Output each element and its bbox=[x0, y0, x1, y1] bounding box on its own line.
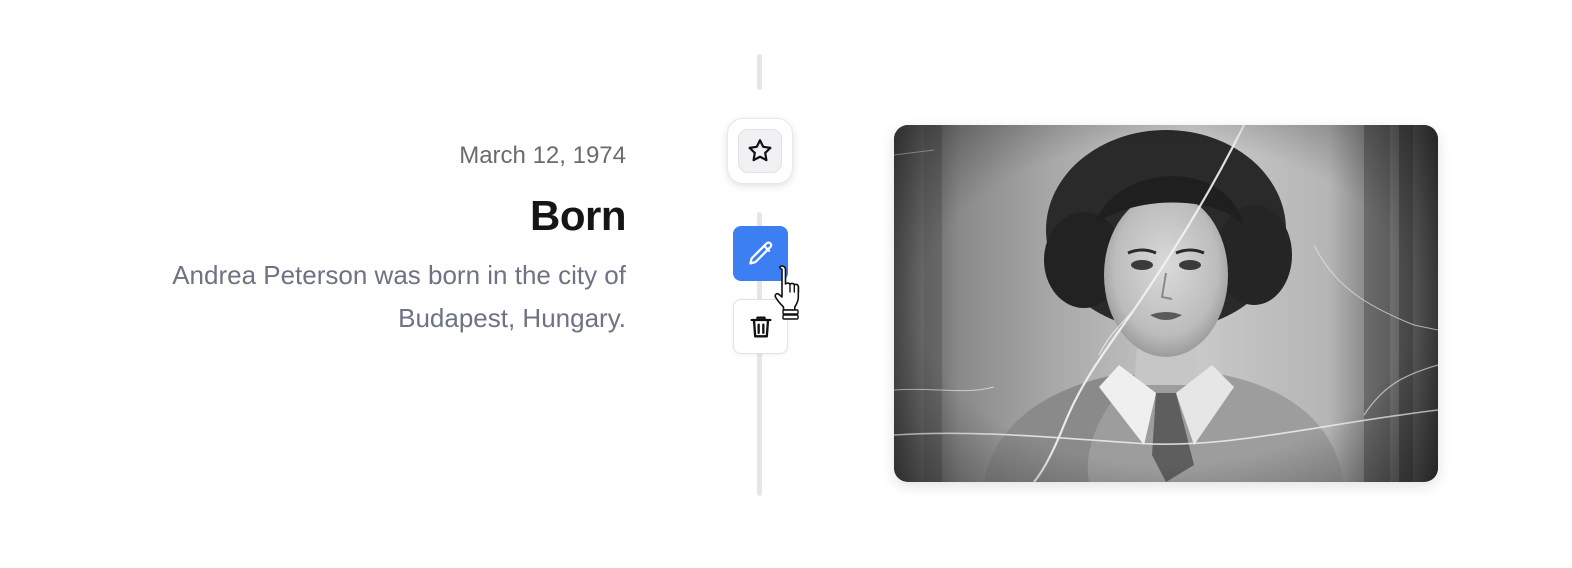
timeline-line-top bbox=[757, 54, 762, 90]
event-text: March 12, 1974 Born Andrea Peterson was … bbox=[106, 138, 626, 340]
pencil-icon bbox=[748, 240, 772, 264]
delete-button[interactable] bbox=[733, 299, 788, 354]
edit-button[interactable] bbox=[733, 226, 788, 281]
trash-icon bbox=[750, 316, 771, 337]
portrait-photo bbox=[894, 125, 1438, 482]
star-badge bbox=[738, 129, 782, 173]
timeline-entry: March 12, 1974 Born Andrea Peterson was … bbox=[0, 0, 1572, 568]
event-title: Born bbox=[530, 192, 627, 239]
timeline-node bbox=[727, 118, 793, 184]
event-description: Andrea Peterson was born in the city of … bbox=[172, 260, 626, 333]
event-date: March 12, 1974 bbox=[459, 142, 626, 169]
star-icon bbox=[748, 139, 772, 162]
